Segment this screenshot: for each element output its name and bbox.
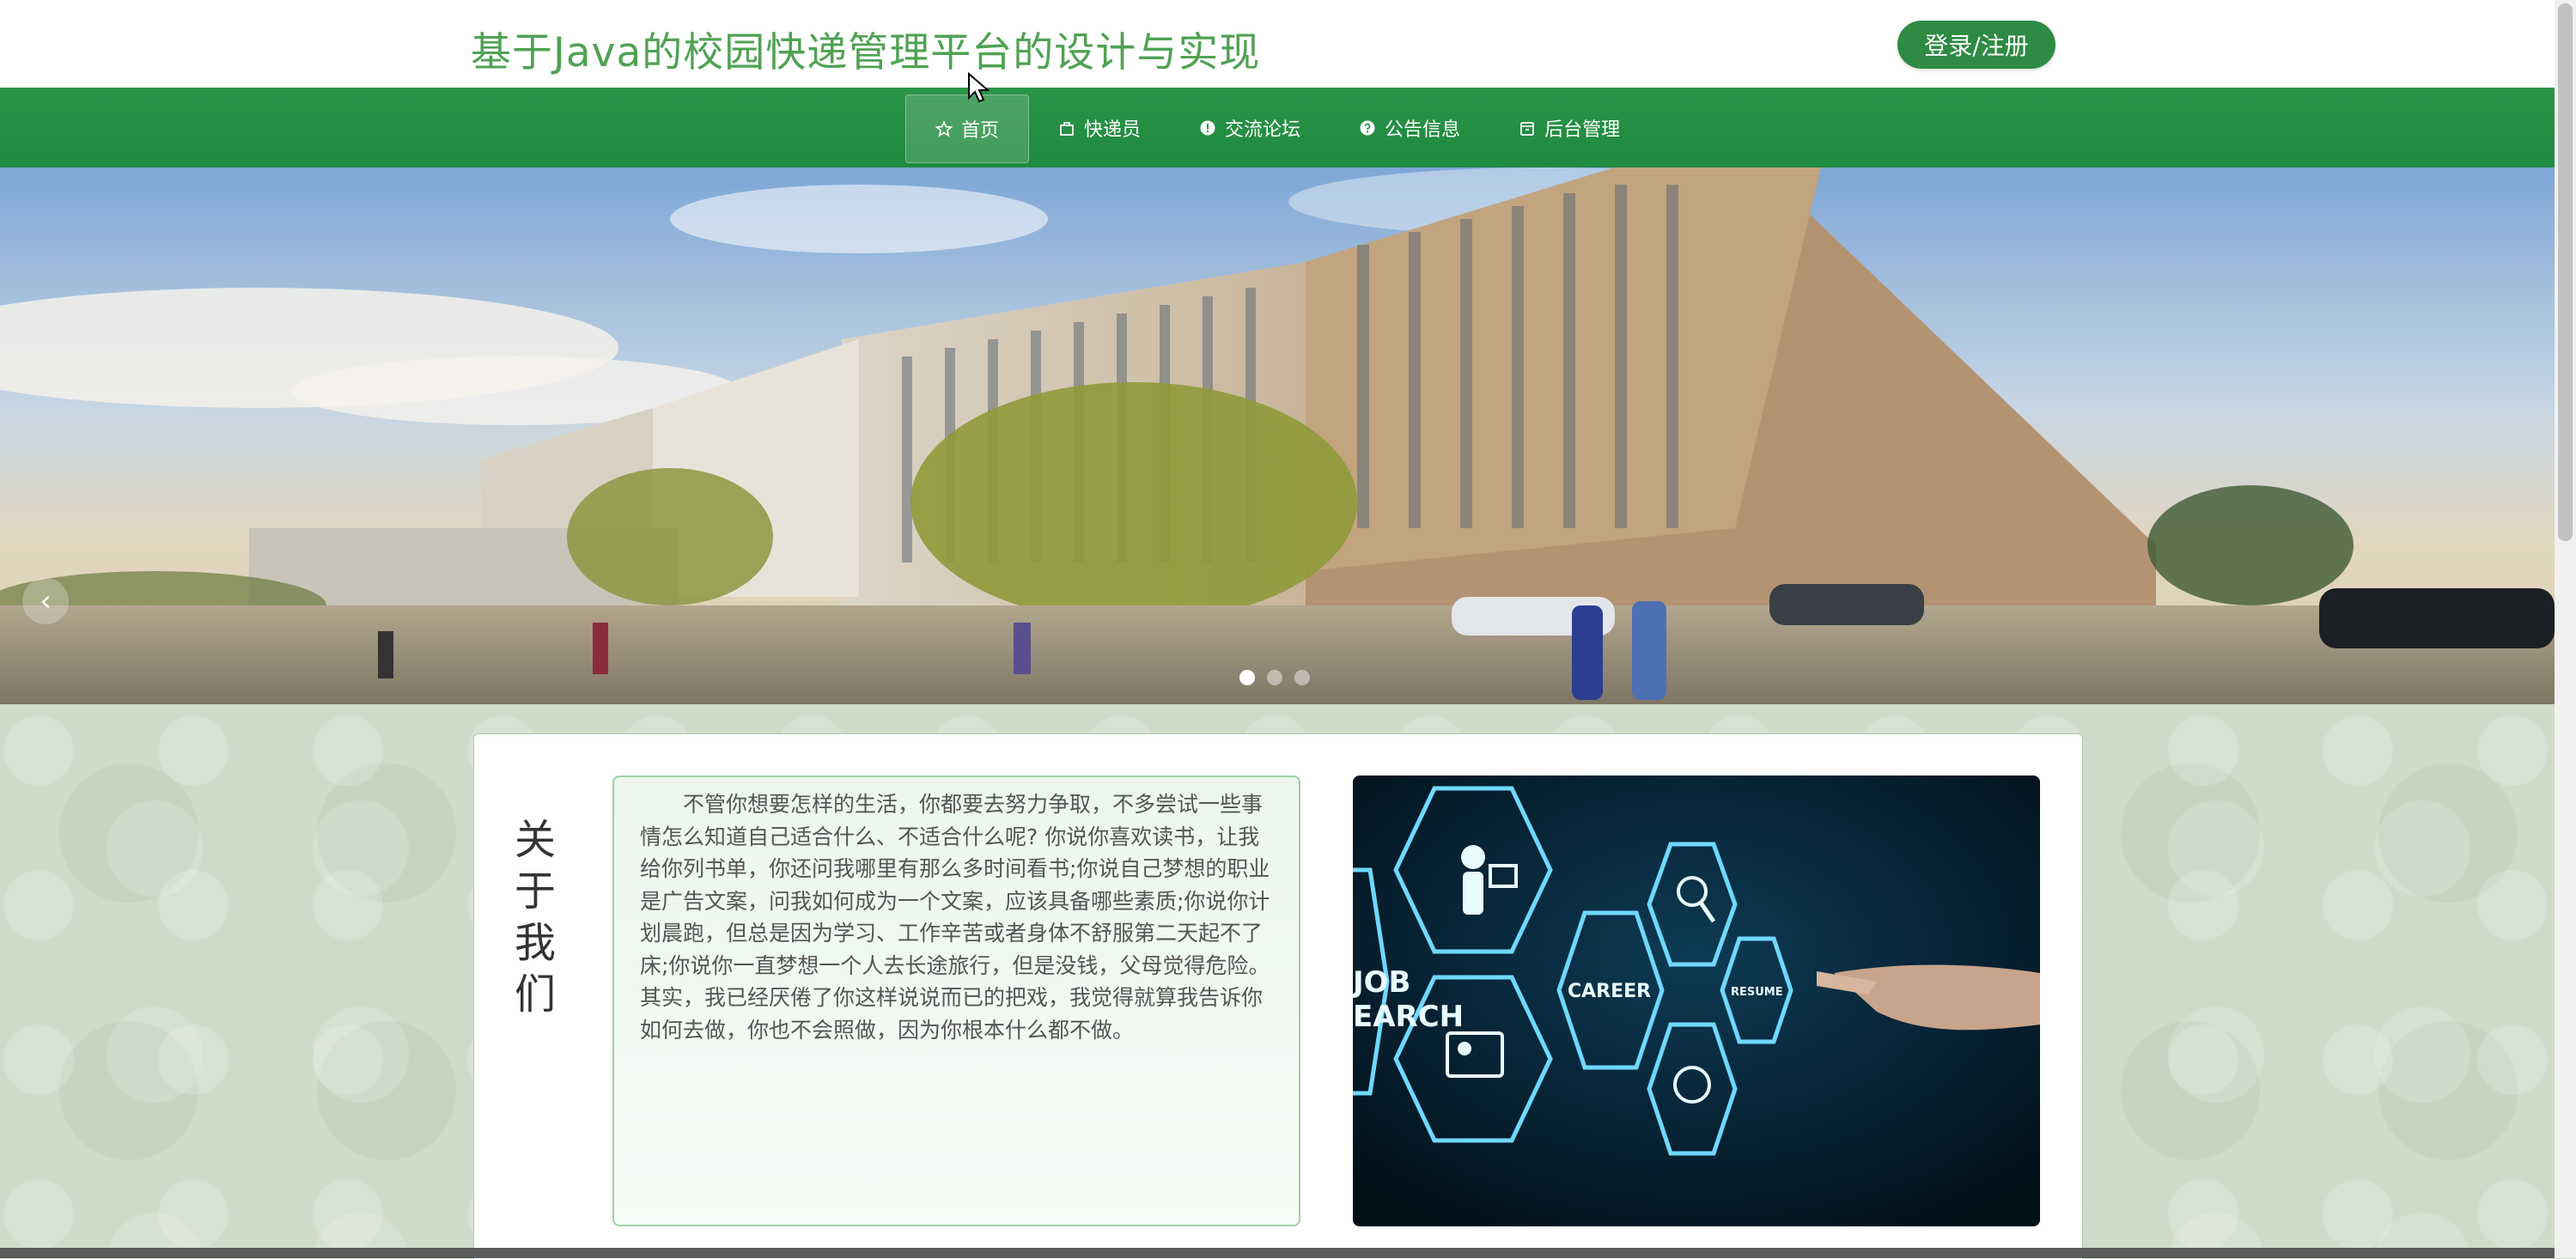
banner-carousel: ‹ (0, 167, 2555, 704)
login-register-button[interactable]: 登录/注册 (1897, 21, 2055, 69)
question-circle-icon (1359, 119, 1376, 137)
main-nav: 首页 快递员 交流论坛 公告信息 后台管理 (0, 88, 2555, 167)
scrollbar-thumb[interactable] (2558, 3, 2573, 541)
bag-icon (1058, 119, 1075, 137)
bottom-bar (0, 1248, 2555, 1258)
image-label-career: CAREER (1568, 981, 1651, 1002)
image-label-job: JOB (1353, 965, 1410, 1000)
mouse-cursor-icon (968, 72, 990, 103)
chevron-left-icon: ‹ (40, 584, 52, 618)
carousel-prev-button[interactable]: ‹ (22, 578, 69, 624)
about-text: 不管你想要怎样的生活，你都要去努力争取，不多尝试一些事情怎么知道自己适合什么、不… (640, 792, 1270, 1043)
info-circle-icon (1199, 119, 1216, 137)
image-label-search: EARCH (1353, 1000, 1464, 1034)
carousel-dot[interactable] (1267, 670, 1282, 685)
carousel-indicators (1239, 670, 1310, 685)
nav-label-courier: 快递员 (1084, 119, 1142, 141)
nav-item-notice[interactable]: 公告信息 (1330, 94, 1489, 161)
site-header: 基于Java的校园快递管理平台的设计与实现 登录/注册 (0, 0, 2555, 88)
nav-label-home: 首页 (961, 120, 1000, 142)
image-label-resume: RESUME (1731, 986, 1783, 999)
page-scrollbar[interactable] (2555, 0, 2576, 1258)
nav-item-forum[interactable]: 交流论坛 (1170, 94, 1330, 161)
nav-item-admin[interactable]: 后台管理 (1489, 94, 1649, 161)
archive-icon (1519, 119, 1536, 137)
star-icon (935, 120, 953, 137)
carousel-dot[interactable] (1294, 670, 1310, 685)
nav-label-admin: 后台管理 (1544, 119, 1621, 141)
carousel-dot[interactable] (1239, 670, 1255, 685)
nav-label-forum: 交流论坛 (1225, 119, 1301, 141)
nav-label-notice: 公告信息 (1385, 119, 1461, 141)
about-image: JOB EARCH CAREER RESUME (1353, 775, 2040, 1226)
nav-item-courier[interactable]: 快递员 (1029, 94, 1170, 161)
campus-building-photo (0, 167, 2555, 704)
about-title: 关于我们 (514, 816, 556, 1019)
site-title: 基于Java的校园快递管理平台的设计与实现 (471, 29, 1261, 76)
nav-item-home[interactable]: 首页 (905, 94, 1030, 163)
